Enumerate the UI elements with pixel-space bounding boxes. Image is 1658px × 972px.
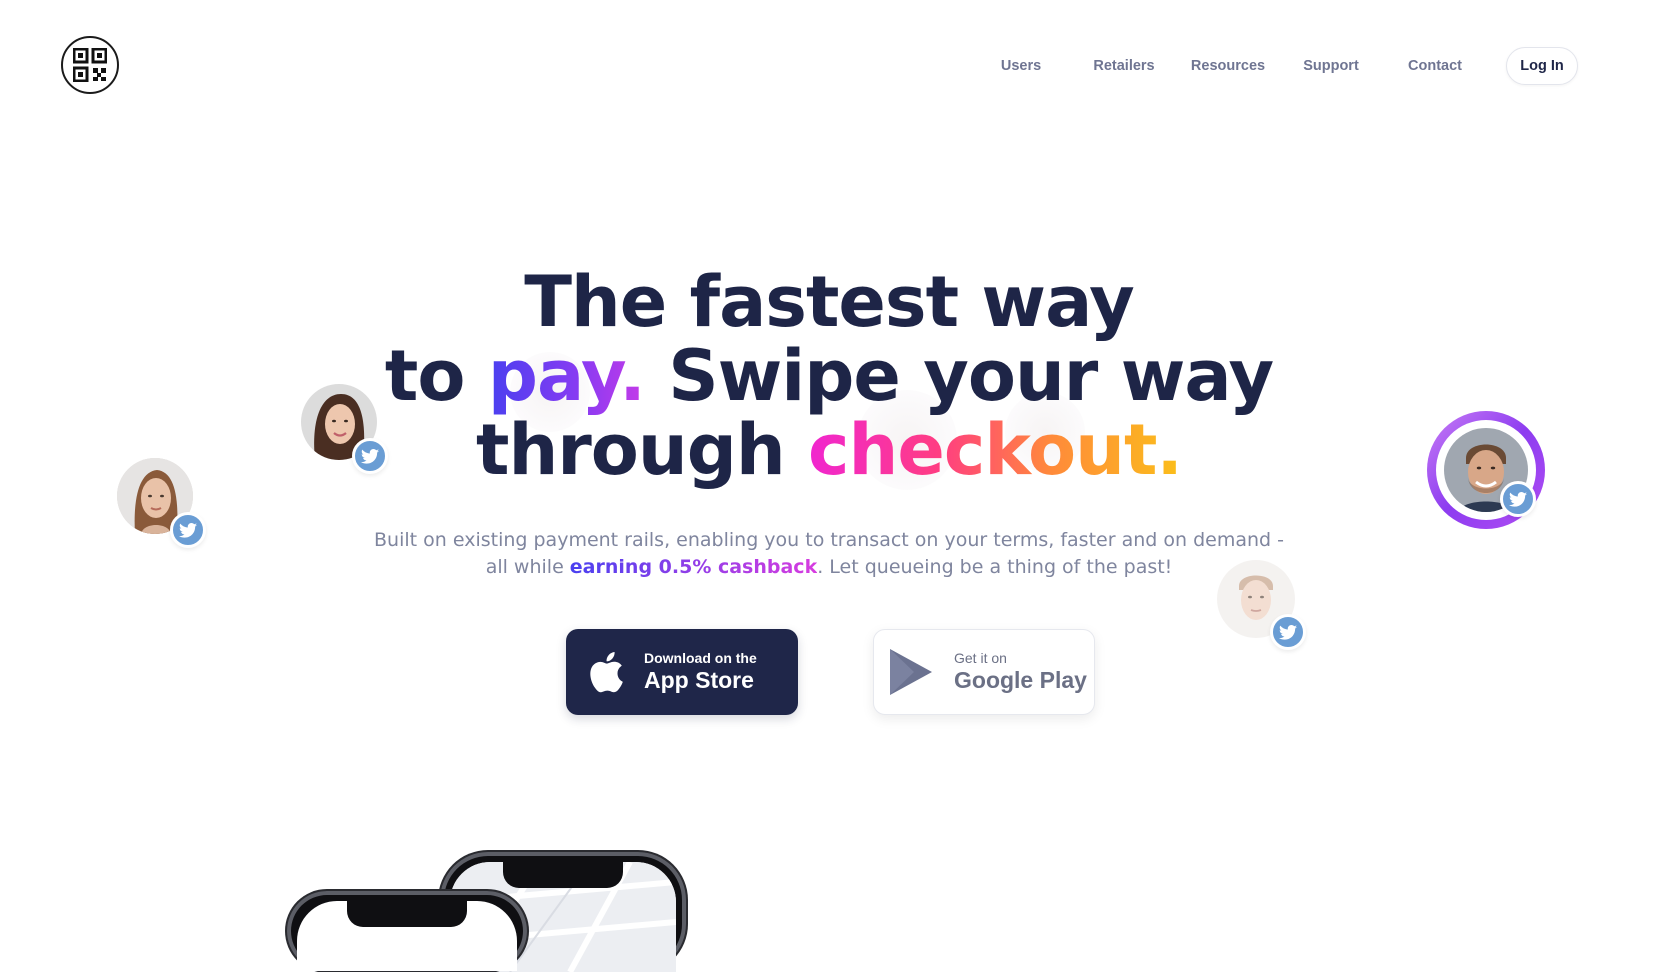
hero-subtitle: Built on existing payment rails, enablin… bbox=[0, 527, 1658, 581]
nav-users[interactable]: Users bbox=[1001, 58, 1041, 74]
twitter-badge[interactable] bbox=[352, 438, 388, 474]
subtitle-part-2: all while bbox=[485, 556, 570, 578]
hero-line-3-start: through bbox=[475, 409, 809, 491]
google-play-icon bbox=[890, 649, 932, 695]
subtitle-part-3: . Let queueing be a thing of the past! bbox=[817, 556, 1173, 578]
twitter-icon bbox=[361, 448, 379, 464]
apple-icon bbox=[590, 652, 623, 693]
app-store-button[interactable]: Download on the App Store bbox=[566, 629, 798, 715]
qr-code-icon bbox=[73, 48, 107, 82]
nav-retailers[interactable]: Retailers bbox=[1093, 58, 1154, 74]
twitter-badge[interactable] bbox=[1270, 614, 1306, 650]
hero-line-2: to pay. Swipe your way bbox=[0, 339, 1658, 413]
hero-line-3: through checkout. bbox=[0, 413, 1658, 487]
twitter-icon bbox=[1509, 491, 1527, 507]
phone-mockup-front bbox=[287, 891, 527, 971]
hero-line-2-start: to bbox=[384, 335, 488, 417]
google-play-big-text: Google Play bbox=[954, 667, 1087, 693]
top-navigation: Users Retailers Resources Support Contac… bbox=[0, 0, 1658, 130]
twitter-badge[interactable] bbox=[1500, 481, 1536, 517]
hero-headline: The fastest way to pay. Swipe your way t… bbox=[0, 265, 1658, 487]
subtitle-line-1: Built on existing payment rails, enablin… bbox=[374, 529, 1284, 551]
hero-line-1: The fastest way bbox=[524, 261, 1135, 343]
cashback-highlight: earning 0.5% cashback bbox=[569, 556, 818, 578]
phone-notch bbox=[347, 901, 467, 927]
app-store-small-text: Download on the bbox=[644, 650, 757, 666]
hero-highlight-pay: pay. bbox=[487, 335, 646, 417]
google-play-small-text: Get it on bbox=[954, 650, 1007, 666]
nav-support[interactable]: Support bbox=[1303, 58, 1359, 74]
phone-notch bbox=[503, 862, 623, 888]
hero-highlight-checkout: checkout. bbox=[808, 409, 1183, 491]
nav-resources[interactable]: Resources bbox=[1191, 58, 1265, 74]
nav-contact[interactable]: Contact bbox=[1408, 58, 1462, 74]
twitter-badge[interactable] bbox=[170, 512, 206, 548]
hero-line-2-end: Swipe your way bbox=[644, 335, 1274, 417]
brand-logo[interactable] bbox=[61, 36, 119, 94]
login-button[interactable]: Log In bbox=[1506, 47, 1578, 85]
google-play-button[interactable]: Get it on Google Play bbox=[873, 629, 1095, 715]
twitter-icon bbox=[179, 522, 197, 538]
subtitle-line-2: all while earning 0.5% cashback. Let que… bbox=[0, 554, 1658, 581]
app-store-label: Download on the App Store bbox=[644, 650, 757, 694]
app-store-big-text: App Store bbox=[644, 667, 754, 693]
twitter-icon bbox=[1279, 624, 1297, 640]
google-play-label: Get it on Google Play bbox=[954, 650, 1087, 694]
